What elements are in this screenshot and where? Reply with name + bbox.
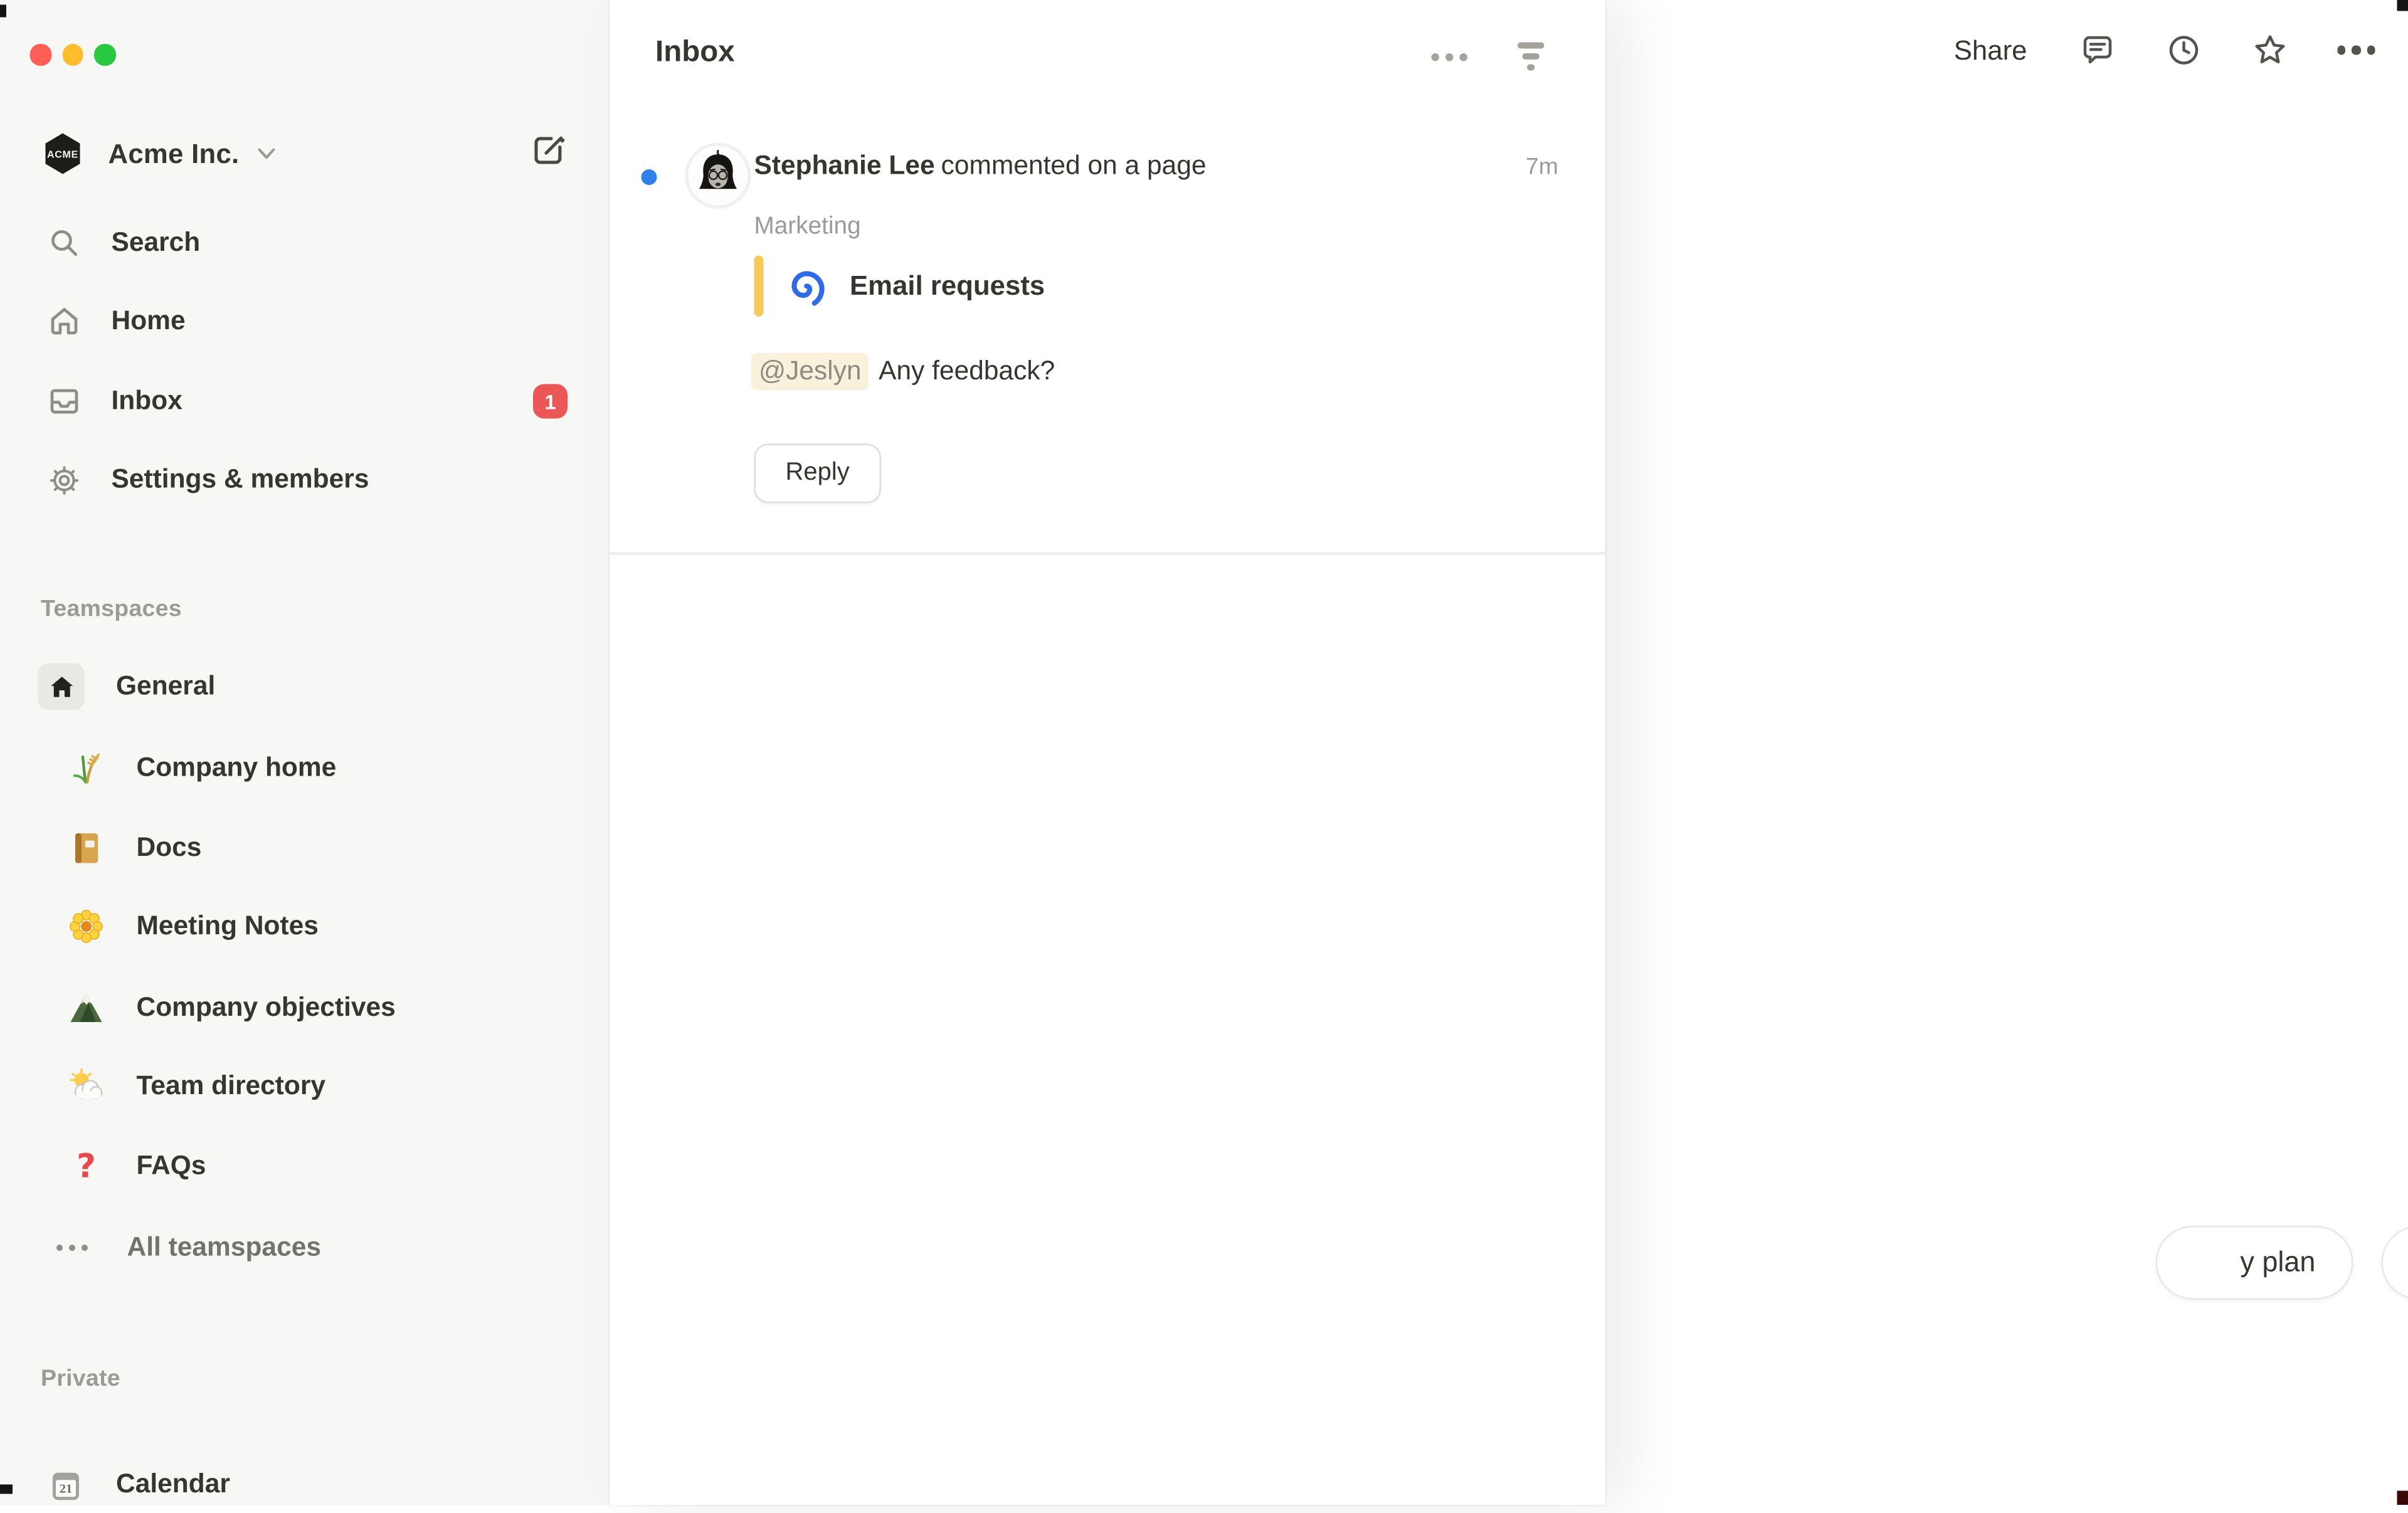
ellipsis-icon — [53, 1244, 91, 1251]
inbox-filter-button[interactable] — [1511, 38, 1549, 75]
window-controls — [30, 44, 115, 65]
actor-name: Stephanie Lee — [754, 150, 935, 181]
notification-title: Stephanie Leecommented on a page — [754, 150, 1207, 182]
all-teamspaces-label: All teamspaces — [127, 1232, 321, 1263]
inbox-more-button[interactable] — [1430, 38, 1467, 75]
workspace-switcher[interactable]: ACME Acme Inc. — [0, 125, 610, 182]
private-section-header: Private — [41, 1366, 120, 1393]
calendar-icon: 21 — [47, 1466, 85, 1504]
workspace-name: Acme Inc. — [108, 137, 240, 171]
share-button[interactable]: Share — [1954, 34, 2027, 67]
favorite-button[interactable] — [2251, 31, 2289, 69]
history-button[interactable] — [2165, 31, 2203, 69]
rice-sheaf-icon — [68, 749, 105, 787]
chevron-down-icon — [253, 141, 278, 166]
inbox-popover: Inbox — [610, 0, 1606, 1505]
page-more-button[interactable] — [2338, 31, 2375, 69]
page-title: Email requests — [850, 270, 1045, 303]
inbox-title: Inbox — [655, 36, 735, 71]
workspace-logo: ACME — [41, 132, 85, 176]
sidebar-item-calendar[interactable]: 21 Calendar — [6, 1457, 604, 1513]
more-icon — [2337, 46, 2375, 54]
sidebar-item-label: Search — [112, 228, 201, 259]
plan-pill-label: y plan — [2240, 1247, 2315, 1280]
comment-body: @Jeslyn Any feedback? — [751, 353, 1055, 391]
sidebar-item-company-objectives[interactable]: Company objectives — [6, 980, 604, 1036]
sidebar-item-general[interactable]: General — [6, 658, 604, 715]
sidebar-item-label: Home — [112, 306, 186, 337]
sidebar-item-faqs[interactable]: ? FAQs — [6, 1138, 604, 1194]
sidebar-item-docs[interactable]: Docs — [6, 820, 604, 877]
sidebar-item-label: Settings & members — [112, 464, 369, 495]
mountain-icon — [68, 989, 105, 1027]
sidebar-item-label: Inbox — [112, 386, 182, 417]
clock-icon — [2165, 31, 2203, 69]
filter-icon — [1517, 43, 1544, 70]
quote-bar — [754, 256, 763, 317]
sidebar-item-settings[interactable]: Settings & members — [6, 453, 604, 507]
screen-artifact — [2397, 1491, 2408, 1505]
inbox-tray-icon — [47, 384, 82, 419]
unread-dot — [642, 169, 657, 185]
action-text: commented on a page — [941, 150, 1207, 181]
sidebar-item-company-home[interactable]: Company home — [6, 740, 604, 796]
sidebar-item-home[interactable]: Home — [6, 295, 604, 348]
search-icon — [47, 226, 82, 260]
comment-icon — [2079, 31, 2116, 69]
star-icon — [2251, 31, 2289, 69]
teamspace-label: Docs — [137, 833, 202, 864]
notification-context: Marketing — [754, 213, 861, 241]
more-icon — [1430, 53, 1467, 61]
sun-behind-cloud-icon — [68, 1068, 105, 1105]
comment-text: Any feedback? — [879, 356, 1055, 387]
gear-icon — [47, 463, 82, 497]
compose-icon — [529, 129, 569, 178]
zoom-window-button[interactable] — [94, 44, 115, 65]
cyclone-icon — [786, 265, 828, 308]
sidebar-item-search[interactable]: Search — [6, 216, 604, 270]
home-icon — [47, 304, 82, 339]
notebook-icon — [68, 830, 105, 867]
close-window-button[interactable] — [30, 44, 51, 65]
blossom-icon — [68, 908, 105, 946]
teamspace-label: Company home — [137, 752, 337, 784]
teamspace-label: General — [116, 671, 215, 702]
teamspace-label: Company objectives — [137, 993, 396, 1024]
new-page-button[interactable] — [527, 132, 571, 176]
reply-button[interactable]: Reply — [754, 444, 881, 503]
comments-button[interactable] — [2079, 31, 2116, 69]
page-topbar: Share — [1954, 31, 2375, 69]
home-solid-icon — [38, 663, 85, 710]
sidebar-item-team-directory[interactable]: Team directory — [6, 1058, 604, 1115]
screen-artifact — [0, 1485, 13, 1494]
minimize-window-button[interactable] — [62, 44, 83, 65]
sidebar-item-all-teamspaces[interactable]: All teamspaces — [6, 1220, 604, 1276]
sidebar-item-inbox[interactable]: Inbox 1 — [6, 375, 604, 428]
avatar — [689, 146, 748, 206]
journal-page-pill[interactable]: Journal — [2382, 1226, 2408, 1300]
inbox-unread-badge: 1 — [533, 384, 568, 419]
question-mark-icon: ? — [68, 1147, 105, 1185]
sidebar-item-meeting-notes[interactable]: Meeting Notes — [6, 899, 604, 955]
divider — [610, 552, 1606, 554]
svg-text:ACME: ACME — [47, 150, 78, 161]
teamspaces-section-header: Teamspaces — [41, 596, 182, 623]
teamspace-label: Meeting Notes — [137, 911, 319, 942]
page-reference-link[interactable]: Email requests — [786, 265, 1045, 308]
mention-chip[interactable]: @Jeslyn — [751, 353, 870, 391]
notification-timestamp: 7m — [1526, 154, 1558, 181]
app-window: ACME Acme Inc. — [0, 0, 2408, 1505]
screen-artifact — [2397, 0, 2408, 11]
sidebar: ACME Acme Inc. — [0, 0, 610, 1505]
svg-text:21: 21 — [60, 1481, 73, 1495]
teamspace-label: Team directory — [137, 1071, 326, 1102]
plan-page-pill[interactable]: y plan — [2156, 1226, 2353, 1300]
screen-artifact — [0, 5, 6, 18]
private-item-label: Calendar — [116, 1469, 230, 1500]
teamspace-label: FAQs — [137, 1151, 206, 1182]
